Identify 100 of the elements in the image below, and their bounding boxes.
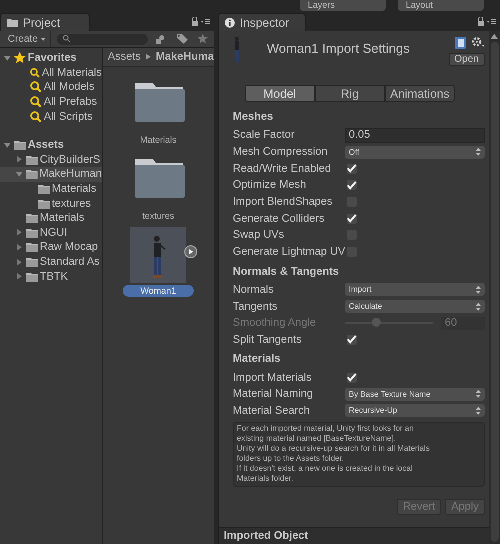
folder-icon (26, 242, 38, 252)
field-label: Generate Colliders (233, 212, 326, 225)
scrollbar[interactable] (489, 31, 500, 544)
play-icon[interactable] (184, 245, 198, 259)
breadcrumb-item[interactable]: Assets (108, 51, 142, 63)
asset-label: Woman1 (122, 285, 194, 297)
open-button[interactable]: Open (448, 53, 485, 66)
tree-item[interactable]: All Materials (0, 66, 102, 80)
updown-arrows-icon (476, 302, 481, 311)
scrollbar-thumb[interactable] (490, 42, 498, 542)
tree-item[interactable]: textures (0, 196, 102, 211)
help-text-line: existing material named [BaseTextureName]. (237, 434, 398, 444)
asset-label: Materials (140, 135, 177, 145)
search-icon (63, 35, 72, 43)
layout-dropdown[interactable]: Layout (398, 0, 484, 11)
scale-factor-field[interactable]: 0.05 (345, 128, 485, 143)
dropdown-field[interactable]: Calculate (345, 300, 485, 314)
checkbox[interactable] (347, 334, 357, 345)
folder-icon (26, 228, 38, 238)
breadcrumb-arrow-icon (146, 54, 152, 60)
tree-item[interactable]: All Prefabs (0, 94, 102, 110)
folder-icon (7, 18, 18, 27)
dropdown-field[interactable]: By Base Texture Name (345, 388, 485, 401)
tree-item[interactable]: Assets (0, 138, 102, 153)
inspector-tab[interactable]: Inspector (218, 13, 306, 31)
search-icon (30, 110, 42, 123)
updown-arrows-icon (476, 406, 481, 415)
folder-icon (26, 213, 38, 224)
model-thumbnail[interactable] (130, 227, 186, 283)
search-icon (30, 81, 42, 94)
field-label: Split Tangents (233, 334, 303, 346)
field-label: Tangents (233, 300, 279, 313)
checkbox[interactable] (347, 214, 357, 224)
tree-item[interactable]: Standard As (0, 254, 102, 270)
help-book-icon[interactable] (455, 37, 466, 49)
project-tab[interactable]: Project (0, 13, 90, 31)
dropdown-field[interactable]: Import (345, 283, 485, 296)
field-label: Material Search (233, 404, 312, 417)
imported-object-header: Imported Object (219, 527, 489, 544)
tree-item[interactable]: All Scripts (0, 109, 102, 124)
figure-drawing (233, 37, 241, 63)
help-text-line: For each imported material, Unity first looks for an (237, 424, 415, 434)
lock-icon[interactable] (478, 17, 496, 26)
type-filter-icon[interactable] (156, 34, 167, 44)
field-label: Normals (233, 284, 275, 296)
folder-icon[interactable] (132, 157, 184, 199)
tree-item[interactable]: TBTK (0, 269, 102, 284)
checkbox[interactable] (347, 180, 357, 190)
search-field[interactable] (57, 34, 148, 44)
help-text-line: Unity will do a recursive-up search for it in all Materials (237, 444, 431, 454)
section-heading: Normals & Tangents (233, 264, 340, 280)
checkbox[interactable] (347, 372, 357, 383)
model-tab[interactable]: Rig (315, 85, 385, 102)
lock-icon[interactable] (192, 17, 210, 26)
figure-drawing (150, 235, 166, 279)
star-icon[interactable] (198, 34, 208, 44)
folder-icon (26, 154, 38, 165)
tag-icon[interactable] (177, 34, 188, 44)
dropdown-field[interactable]: Off (345, 146, 485, 159)
field-label: Scale Factor (233, 129, 296, 142)
caret-icon (41, 38, 46, 40)
field-label: Optimize Mesh (233, 179, 308, 192)
folder-icon (38, 198, 50, 209)
tree-item[interactable]: MakeHuman (0, 167, 102, 182)
model-tab[interactable]: Model (245, 85, 315, 102)
model-tab[interactable]: Animations (385, 85, 455, 102)
folder-icon (38, 184, 50, 194)
scroll-up-arrow-icon[interactable] (491, 34, 498, 39)
updown-arrows-icon (476, 390, 481, 398)
checkbox[interactable] (347, 164, 357, 174)
field-label: Generate Lightmap UV (233, 246, 345, 258)
field-label: Swap UVs (233, 229, 286, 242)
dropdown-field[interactable]: Recursive-Up (345, 404, 485, 418)
tree-item[interactable]: Materials (0, 210, 102, 226)
expand-arrow-icon[interactable] (4, 54, 11, 62)
tree-item[interactable]: CityBuilderS (0, 152, 102, 168)
breadcrumb-item[interactable]: MakeHuma (156, 51, 214, 63)
tree-item[interactable]: Favorites (0, 51, 102, 66)
search-icon (30, 66, 40, 79)
field-label: Material Naming (233, 388, 314, 400)
folder-icon[interactable] (132, 81, 184, 123)
help-text-line: Materials folder. (237, 474, 294, 484)
folder-icon (26, 272, 38, 282)
tree-item[interactable]: NGUI (0, 226, 102, 240)
tree-item[interactable]: Materials (0, 182, 102, 196)
search-icon (30, 96, 42, 108)
layout-dropdown[interactable]: Layers (300, 0, 386, 11)
field-label: Import BlendShapes (233, 196, 334, 208)
tree-item[interactable]: Raw Mocap (0, 240, 102, 255)
section-heading: Materials (233, 352, 282, 368)
inspector-title: Woman1 Import Settings (267, 41, 410, 56)
section-heading: Meshes (233, 110, 274, 125)
field-label: Import Materials (233, 372, 313, 384)
settings-icon[interactable] (472, 37, 485, 48)
help-text-line: folders up to the Assets folder. (237, 454, 346, 464)
help-text-line: If it doesn't exist, a new one is created in the local (237, 464, 414, 474)
star-icon (14, 52, 26, 64)
field-label: Mesh Compression (233, 146, 329, 158)
info-icon (225, 18, 235, 28)
tree-item[interactable]: All Models (0, 80, 102, 95)
